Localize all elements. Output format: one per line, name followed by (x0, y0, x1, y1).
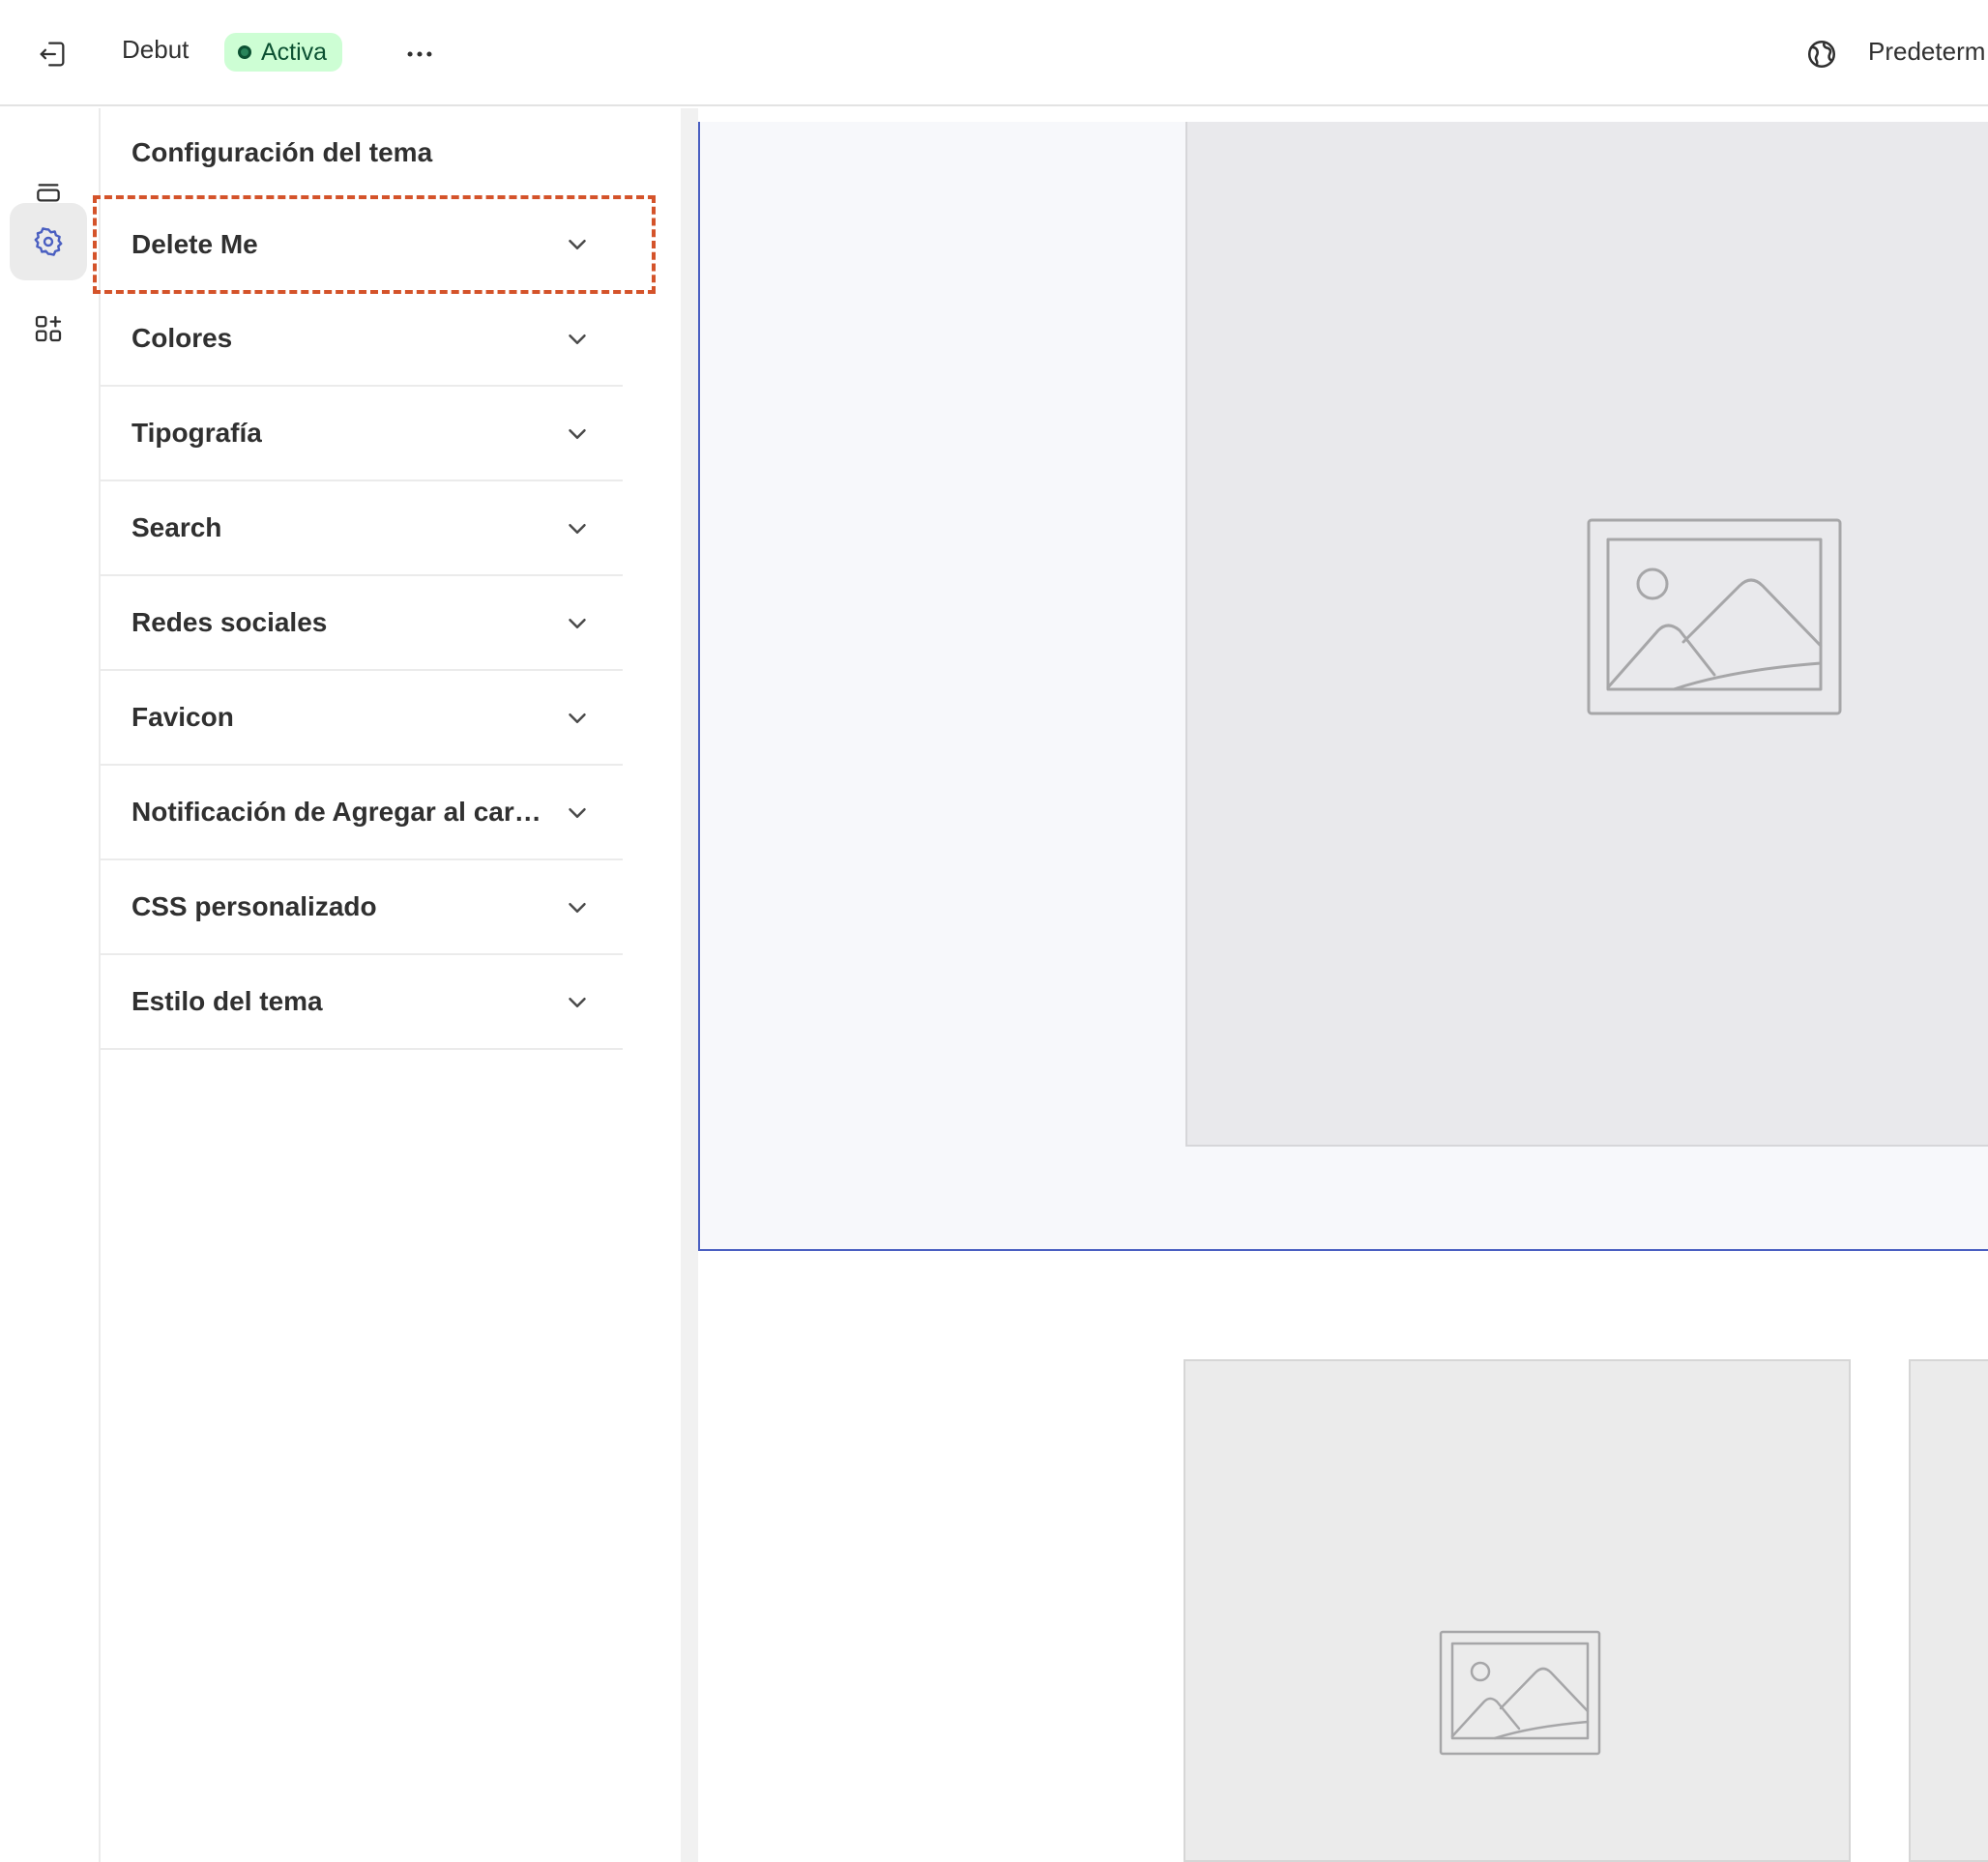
panel-title: Configuración del tema (132, 137, 433, 167)
left-rail (0, 108, 101, 1862)
settings-item-colores[interactable]: Colores (101, 292, 623, 387)
more-horizontal-icon (407, 51, 432, 57)
locale-button[interactable] (1797, 29, 1847, 79)
apps-add-icon (35, 315, 62, 342)
locale-label[interactable]: Predeterm (1868, 37, 1985, 67)
apps-button[interactable] (10, 290, 87, 367)
settings-item-tipografia[interactable]: Tipografía (101, 387, 623, 481)
settings-item-label: Search (132, 512, 222, 542)
hero-section[interactable] (698, 122, 1988, 1251)
image-placeholder-icon (1439, 1630, 1601, 1756)
theme-settings-button[interactable] (10, 203, 87, 280)
chevron-down-icon (569, 808, 586, 818)
theme-name: Debut (122, 35, 190, 64)
settings-item-favicon[interactable]: Favicon (101, 671, 623, 766)
chevron-down-icon (569, 429, 586, 439)
chevron-down-icon (569, 713, 586, 723)
theme-settings-panel: Configuración del tema Delete Me Colores… (101, 108, 681, 1862)
exit-icon (40, 42, 65, 67)
gear-icon (34, 227, 63, 256)
settings-item-estilo-del-tema[interactable]: Estilo del tema (101, 955, 623, 1050)
settings-item-redes-sociales[interactable]: Redes sociales (101, 576, 623, 671)
theme-preview (698, 108, 1988, 1862)
settings-item-label: Notificación de Agregar al car… (132, 797, 541, 827)
settings-item-label: Delete Me (132, 229, 258, 259)
product-card[interactable] (1184, 1359, 1851, 1862)
settings-item-search[interactable]: Search (101, 481, 623, 576)
settings-item-css-personalizado[interactable]: CSS personalizado (101, 860, 623, 955)
chevron-down-icon (569, 240, 586, 249)
top-bar: Debut Activa Predeterm (0, 0, 1988, 106)
settings-list: Delete Me Colores Tipografía Search Rede… (101, 197, 623, 1050)
preview-gutter (681, 108, 698, 1862)
settings-item-label: Favicon (132, 702, 234, 732)
settings-item-add-to-cart-notification[interactable]: Notificación de Agregar al car… (101, 766, 623, 860)
settings-item-label: Colores (132, 323, 233, 353)
more-actions-button[interactable] (395, 29, 445, 79)
chevron-down-icon (569, 998, 586, 1007)
chevron-down-icon (569, 524, 586, 534)
globe-icon (1807, 40, 1836, 69)
settings-item-label: Redes sociales (132, 607, 328, 637)
settings-item-label: Tipografía (132, 418, 262, 448)
chevron-down-icon (569, 335, 586, 344)
status-badge: Activa (224, 33, 343, 72)
product-card[interactable] (1909, 1359, 1988, 1862)
image-placeholder-icon (1587, 518, 1842, 715)
settings-item-label: Estilo del tema (132, 986, 323, 1016)
settings-item-label: CSS personalizado (132, 891, 377, 921)
exit-button[interactable] (27, 29, 77, 79)
chevron-down-icon (569, 903, 586, 913)
chevron-down-icon (569, 619, 586, 628)
status-label: Activa (261, 38, 328, 66)
status-dot (238, 45, 251, 59)
hero-image (1185, 122, 1988, 1147)
settings-item-delete-me[interactable]: Delete Me (101, 197, 623, 292)
